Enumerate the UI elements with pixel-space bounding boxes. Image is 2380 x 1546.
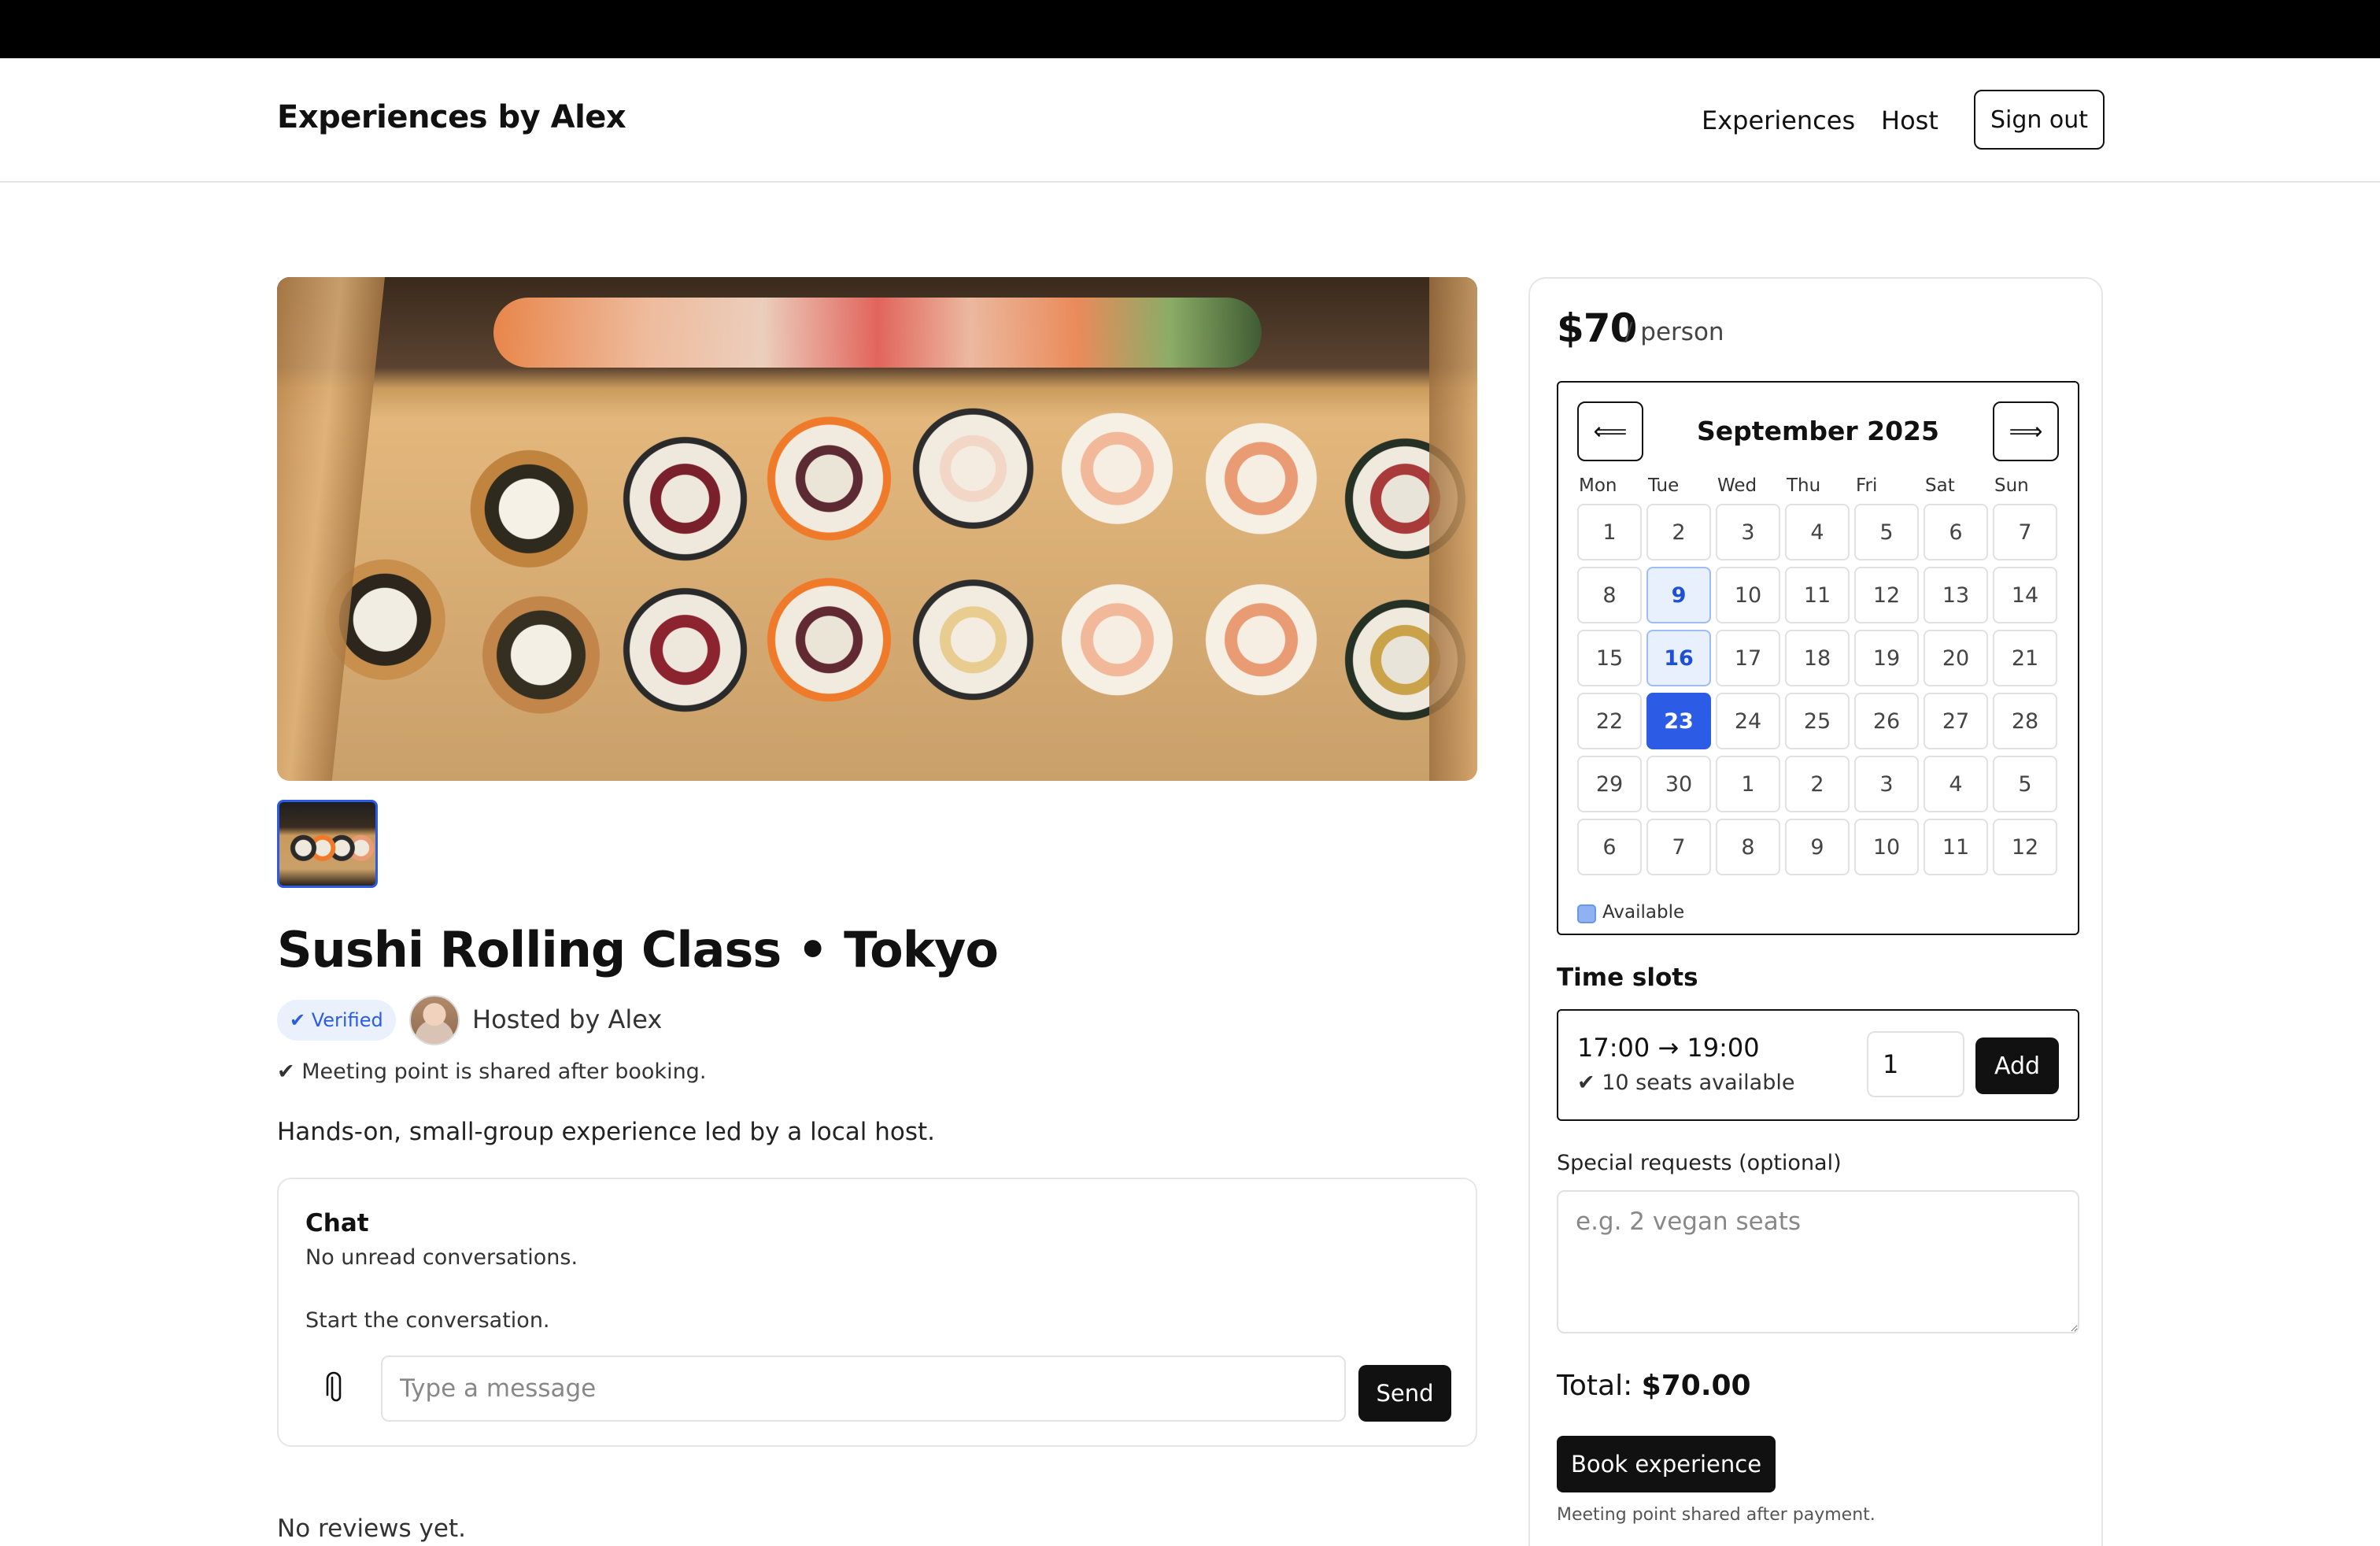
experience-description: Hands-on, small-group experience led by … [277, 1118, 935, 1146]
weekday-sat: Sat [1925, 475, 1955, 496]
slot-seats: ✔ 10 seats available [1577, 1071, 1795, 1095]
calendar-day[interactable]: 6 [1924, 504, 1988, 560]
no-reviews-text: No reviews yet. [277, 1515, 466, 1543]
seat-quantity-input[interactable] [1867, 1031, 1964, 1097]
calendar-day[interactable]: 12 [1993, 819, 2057, 875]
calendar-day[interactable]: 5 [1854, 504, 1919, 560]
calendar-day[interactable]: 14 [1993, 567, 2057, 623]
calendar-day[interactable]: 29 [1577, 756, 1642, 812]
nav-experiences-link[interactable]: Experiences [1702, 105, 1855, 135]
available-legend-label: Available [1602, 902, 1685, 923]
calendar-day[interactable]: 7 [1646, 819, 1711, 875]
weekday-wed: Wed [1717, 475, 1757, 496]
send-button[interactable]: Send [1358, 1365, 1451, 1422]
sign-out-button[interactable]: Sign out [1974, 90, 2105, 150]
calendar-day[interactable]: 23 [1646, 693, 1711, 749]
chat-start-text: Start the conversation. [305, 1308, 550, 1333]
calendar-day[interactable]: 5 [1993, 756, 2057, 812]
calendar-day[interactable]: 30 [1646, 756, 1711, 812]
calendar-day[interactable]: 12 [1854, 567, 1919, 623]
calendar-day[interactable]: 21 [1993, 630, 2057, 686]
calendar-day[interactable]: 4 [1785, 504, 1850, 560]
add-slot-button[interactable]: Add [1975, 1037, 2059, 1094]
calendar-day[interactable]: 28 [1993, 693, 2057, 749]
calendar-day[interactable]: 3 [1716, 504, 1780, 560]
chat-title: Chat [305, 1209, 369, 1237]
time-slots-title: Time slots [1557, 963, 1698, 992]
calendar-day[interactable]: 8 [1577, 567, 1642, 623]
weekday-fri: Fri [1856, 475, 1878, 496]
gallery-thumbnail[interactable] [277, 800, 378, 888]
site-header: Experiences by Alex Experiences Host Sig… [0, 58, 2380, 183]
calendar-day[interactable]: 1 [1716, 756, 1780, 812]
calendar-day[interactable]: 3 [1854, 756, 1919, 812]
calendar-day[interactable]: 11 [1924, 819, 1988, 875]
calendar-day[interactable]: 13 [1924, 567, 1988, 623]
weekday-sun: Sun [1994, 475, 2029, 496]
calendar-day[interactable]: 24 [1716, 693, 1780, 749]
hosted-by-label: Hosted by Alex [472, 1004, 663, 1034]
calendar-day[interactable]: 11 [1785, 567, 1850, 623]
calendar-day[interactable]: 16 [1646, 630, 1711, 686]
experience-title: Sushi Rolling Class • Tokyo [277, 921, 999, 978]
calendar-day[interactable]: 10 [1716, 567, 1780, 623]
calendar-day[interactable]: 18 [1785, 630, 1850, 686]
weekday-mon: Mon [1579, 475, 1617, 496]
weekday-thu: Thu [1787, 475, 1821, 496]
message-input[interactable] [381, 1356, 1346, 1422]
nav-host-link[interactable]: Host [1881, 105, 1938, 135]
chat-status: No unread conversations. [305, 1245, 578, 1270]
calendar-day[interactable]: 6 [1577, 819, 1642, 875]
calendar-day[interactable]: 1 [1577, 504, 1642, 560]
calendar-day[interactable]: 10 [1854, 819, 1919, 875]
special-requests-field[interactable] [1557, 1190, 2079, 1333]
calendar-day[interactable]: 19 [1854, 630, 1919, 686]
host-avatar [409, 995, 460, 1045]
special-requests-label: Special requests (optional) [1557, 1151, 1842, 1175]
weekday-tue: Tue [1648, 475, 1680, 496]
chat-panel: Chat No unread conversations. Start the … [277, 1178, 1477, 1447]
calendar-day[interactable]: 8 [1716, 819, 1780, 875]
meeting-point-note: ✔ Meeting point is shared after booking. [277, 1060, 707, 1084]
calendar-day[interactable]: 22 [1577, 693, 1642, 749]
paperclip-icon[interactable] [324, 1371, 348, 1406]
calendar-day[interactable]: 20 [1924, 630, 1988, 686]
book-experience-button[interactable]: Book experience [1557, 1436, 1776, 1492]
calendar-day[interactable]: 17 [1716, 630, 1780, 686]
hero-wood-left [277, 277, 386, 781]
calendar-day[interactable]: 25 [1785, 693, 1850, 749]
date-calendar: ⟸ September 2025 ⟹ Available Mon Tue Wed Th… [1557, 381, 2079, 935]
available-legend-swatch [1577, 904, 1596, 923]
browser-top-bar [0, 0, 2380, 58]
calendar-day[interactable]: 27 [1924, 693, 1988, 749]
hero-wood-right [1429, 277, 1477, 781]
calendar-day[interactable]: 15 [1577, 630, 1642, 686]
calendar-day[interactable]: 2 [1646, 504, 1711, 560]
next-month-button[interactable]: ⟹ [1993, 401, 2059, 461]
payment-note: Meeting point shared after payment. [1557, 1505, 1876, 1525]
slot-time: 17:00 → 19:00 [1577, 1033, 1760, 1063]
calendar-day[interactable]: 26 [1854, 693, 1919, 749]
calendar-day[interactable]: 4 [1924, 756, 1988, 812]
price-unit: / person [1624, 318, 1724, 346]
brand-logo[interactable]: Experiences by Alex [277, 99, 626, 135]
total-value: $70.00 [1641, 1370, 1751, 1402]
calendar-day[interactable]: 2 [1785, 756, 1850, 812]
booking-card: $70 / person ⟸ September 2025 ⟹ Availabl… [1528, 277, 2103, 1546]
calendar-day[interactable]: 9 [1785, 819, 1850, 875]
total: Total: $70.00 [1557, 1370, 1751, 1402]
total-label: Total: [1557, 1370, 1633, 1402]
calendar-day[interactable]: 9 [1646, 567, 1711, 623]
time-slot: 17:00 → 19:00 ✔ 10 seats available Add [1557, 1009, 2079, 1121]
hero-nigiri-row [493, 297, 1262, 368]
verified-badge: ✔ Verified [277, 1000, 396, 1041]
experience-hero-image [277, 277, 1477, 781]
calendar-day[interactable]: 7 [1993, 504, 2057, 560]
